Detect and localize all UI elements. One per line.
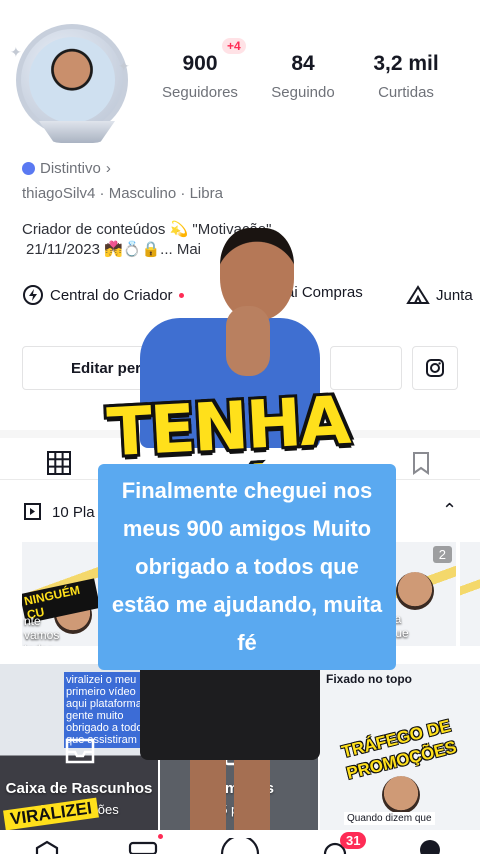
playlist-icon bbox=[24, 503, 41, 520]
playlist-thumb[interactable]: NINGUÉM CU nte vamos todos bbox=[22, 542, 98, 646]
chevron-right-icon: › bbox=[105, 160, 111, 177]
drafts-cell[interactable]: viralizei o meu primeiro vídeo aqui plat… bbox=[0, 664, 158, 830]
avatar-photo bbox=[29, 37, 115, 123]
pinned-video-cell[interactable]: Fixado no topo TRÁFEGO DE PROMOÇÕES Quan… bbox=[320, 664, 480, 830]
purchases-label: ai Compras bbox=[286, 284, 363, 301]
thumb-caption: nte vamos todos bbox=[24, 614, 60, 646]
likes-stat[interactable]: 3,2 mil Curtidas bbox=[362, 52, 450, 101]
distintivo-label: Distintivo bbox=[40, 160, 101, 177]
playlist-thumb[interactable] bbox=[460, 542, 480, 646]
purchases-link[interactable]: ai Compras bbox=[286, 284, 363, 301]
thumb-face bbox=[396, 572, 434, 610]
followers-stat[interactable]: 900 Seguidores bbox=[158, 52, 242, 101]
tent-icon bbox=[406, 285, 430, 304]
pinned-label: Fixado no topo bbox=[326, 672, 412, 686]
following-stat[interactable]: 84 Seguindo bbox=[266, 52, 340, 101]
distintivo-link[interactable]: Distintivo › bbox=[22, 160, 111, 177]
lightning-icon bbox=[23, 285, 43, 305]
followers-delta-badge: +4 bbox=[222, 38, 246, 54]
video-person-head bbox=[220, 228, 294, 320]
followers-label: Seguidores bbox=[162, 84, 238, 101]
following-label: Seguindo bbox=[271, 84, 335, 101]
avatar-frame-base bbox=[39, 121, 115, 143]
create-button-icon[interactable] bbox=[218, 838, 262, 854]
instagram-icon bbox=[426, 359, 444, 377]
followers-count: 900 bbox=[182, 52, 218, 75]
thumb-bg bbox=[460, 542, 480, 646]
following-count: 84 bbox=[291, 52, 315, 75]
profile-avatar[interactable] bbox=[16, 24, 128, 143]
drafts-title: Caixa de Rascunhos bbox=[5, 780, 153, 797]
bookmark-icon[interactable] bbox=[408, 450, 434, 476]
notification-dot bbox=[158, 834, 163, 839]
badge-icon bbox=[22, 162, 35, 175]
drafts-icon bbox=[65, 738, 95, 764]
join-label: Junta bbox=[436, 286, 473, 304]
video-person-legs bbox=[190, 760, 270, 830]
thumb-count: 2 bbox=[432, 546, 452, 563]
likes-label: Curtidas bbox=[378, 84, 434, 101]
home-icon[interactable] bbox=[34, 840, 60, 854]
star-icon: ✦ bbox=[10, 44, 22, 60]
join-link[interactable]: Junta bbox=[406, 284, 473, 306]
profile-nav-icon[interactable] bbox=[420, 840, 440, 854]
video-person-hands bbox=[226, 306, 270, 376]
friends-icon[interactable] bbox=[128, 840, 158, 854]
instagram-button[interactable] bbox=[412, 346, 458, 390]
trafego-title: TRÁFEGO DE PROMOÇÕES bbox=[339, 716, 459, 784]
star-icon: ✦ bbox=[118, 58, 130, 74]
chevron-up-icon[interactable]: ⌃ bbox=[442, 500, 457, 521]
bottom-nav bbox=[0, 830, 480, 854]
notification-dot bbox=[178, 292, 184, 298]
overlay-caption: Finalmente cheguei nos meus 900 amigos M… bbox=[98, 464, 396, 670]
pinned-face bbox=[382, 776, 420, 814]
creator-center-link[interactable]: Central do Criador bbox=[22, 284, 184, 306]
inbox-badge: 31 bbox=[340, 832, 367, 849]
likes-count: 3,2 mil bbox=[373, 52, 439, 75]
profile-meta: thiagoSilv4 · Masculino · Libra bbox=[22, 185, 223, 202]
bio-line-2: 21/11/2023 💏💍🔒... Mai bbox=[26, 241, 201, 258]
grid-icon[interactable] bbox=[46, 450, 72, 476]
pinned-caption: Quando dizem que bbox=[344, 812, 435, 825]
creator-center-label: Central do Criador bbox=[50, 286, 173, 304]
